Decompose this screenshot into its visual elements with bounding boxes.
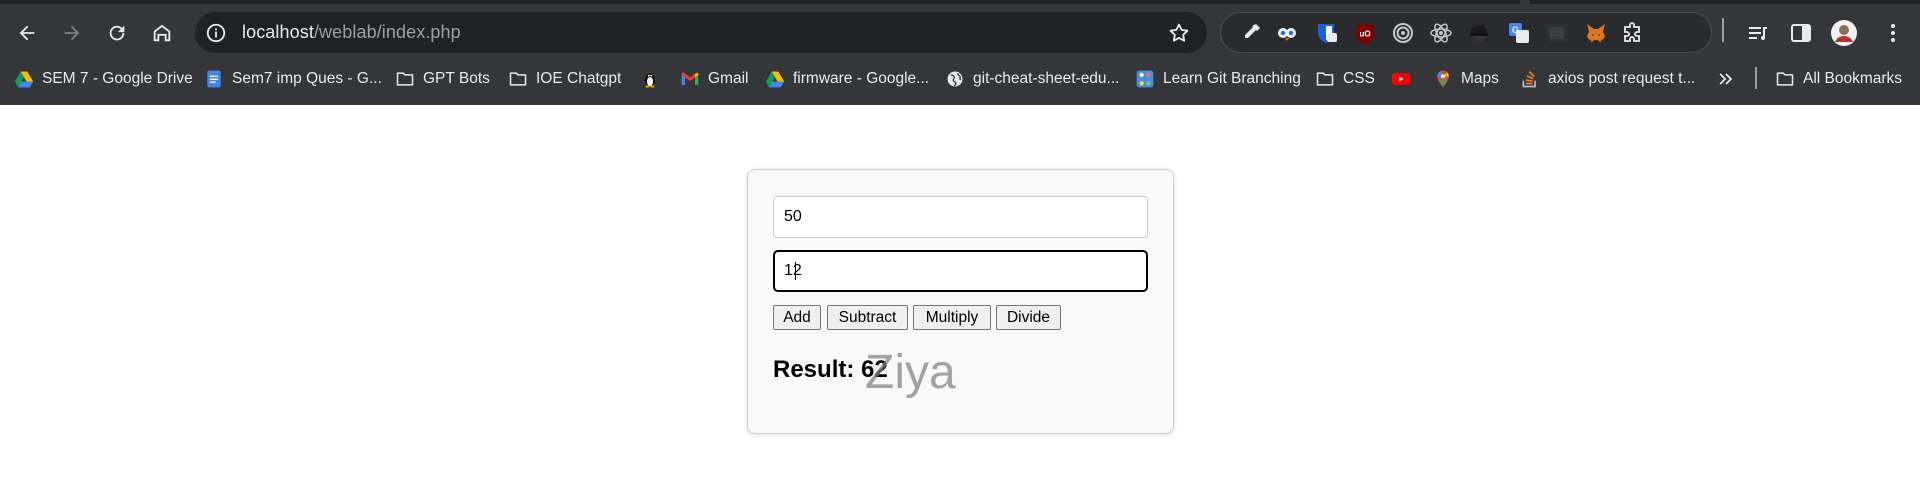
bookmark-label: Sem7 imp Ques - G... bbox=[232, 70, 382, 87]
url-path: /weblab/index.php bbox=[313, 22, 461, 42]
chevron-double-right-icon bbox=[1716, 69, 1736, 89]
reload-icon bbox=[109, 25, 125, 41]
text-caret bbox=[795, 262, 796, 280]
url-host: localhost bbox=[242, 22, 314, 42]
bookmark-label: Gmail bbox=[708, 70, 749, 87]
google-drive-icon bbox=[765, 69, 785, 89]
result-value: 62 bbox=[861, 356, 888, 383]
google-maps-icon bbox=[1433, 69, 1453, 89]
bookmark-label: SEM 7 - Google Drive bbox=[42, 70, 193, 87]
bookmark-label: Maps bbox=[1461, 70, 1499, 87]
bookmark-item[interactable] bbox=[1391, 67, 1419, 91]
folder-icon bbox=[1775, 69, 1795, 89]
bookmark-label: Learn Git Branching bbox=[1163, 70, 1301, 87]
home-icon bbox=[153, 24, 171, 42]
bookmark-label: firmware - Google... bbox=[793, 70, 930, 87]
tab-strip-edge bbox=[0, 0, 1520, 4]
result-label: Result: bbox=[773, 356, 855, 383]
bookmarks-separator bbox=[1755, 67, 1757, 89]
extensions-bar: uO G bbox=[1220, 12, 1712, 53]
add-button[interactable]: Add bbox=[773, 305, 821, 330]
bookmark-item[interactable]: firmware - Google... bbox=[765, 67, 929, 91]
bookmark-label: CSS bbox=[1343, 70, 1375, 87]
bookmark-label: IOE Chatgpt bbox=[536, 70, 622, 87]
folder-icon bbox=[1315, 69, 1335, 89]
number1-input[interactable] bbox=[773, 196, 1148, 238]
bookmark-item[interactable] bbox=[640, 67, 668, 91]
back-button[interactable] bbox=[10, 16, 44, 50]
bookmark-item[interactable]: Gmail bbox=[680, 67, 748, 91]
stackoverflow-icon bbox=[1520, 69, 1540, 89]
all-bookmarks-label: All Bookmarks bbox=[1803, 70, 1903, 87]
toolbar-separator bbox=[1722, 18, 1724, 42]
bookmark-label: axios post request t... bbox=[1548, 70, 1696, 87]
bookmark-item[interactable]: git-cheat-sheet-edu... bbox=[945, 67, 1119, 91]
divide-button[interactable]: Divide bbox=[996, 305, 1061, 330]
multiply-button[interactable]: Multiply bbox=[913, 305, 991, 330]
react-icon[interactable] bbox=[1429, 21, 1453, 45]
youtube-icon bbox=[1391, 69, 1411, 89]
linux-penguin-icon bbox=[640, 69, 660, 89]
bookmark-label: git-cheat-sheet-edu... bbox=[973, 70, 1120, 87]
ublock-icon[interactable]: uO bbox=[1353, 21, 1377, 45]
folder-icon bbox=[508, 69, 528, 89]
forward-arrow-icon bbox=[64, 25, 80, 41]
bookmark-item[interactable]: GPT Bots bbox=[395, 67, 490, 91]
forward-button[interactable] bbox=[55, 16, 89, 50]
bookmark-item[interactable]: Sem7 imp Ques - G... bbox=[204, 67, 382, 91]
globe-icon bbox=[945, 69, 965, 89]
svg-text:G: G bbox=[1512, 25, 1519, 35]
puzzle-icon[interactable] bbox=[1621, 21, 1645, 45]
bookmark-item[interactable]: CSS bbox=[1315, 67, 1375, 91]
svg-text:uO: uO bbox=[1359, 30, 1370, 39]
reading-list-icon bbox=[1749, 27, 1767, 40]
url-text: localhost/weblab/index.php bbox=[242, 22, 461, 43]
gmail-icon bbox=[680, 69, 700, 89]
bookmark-label: GPT Bots bbox=[423, 70, 490, 87]
browser-toolbar: localhost/weblab/index.php uO G bbox=[0, 8, 1920, 58]
git-branching-icon bbox=[1135, 69, 1155, 89]
tab-strip-edge bbox=[1530, 0, 1920, 4]
result-text: Result: 62 bbox=[773, 356, 888, 384]
google-docs-icon bbox=[204, 69, 224, 89]
side-panel-icon bbox=[1791, 24, 1811, 42]
number2-input[interactable] bbox=[773, 250, 1148, 292]
bookmark-star-icon[interactable] bbox=[1167, 21, 1191, 45]
bookmark-item[interactable]: axios post request t... bbox=[1520, 67, 1695, 91]
browser-chrome: localhost/weblab/index.php uO G SEM 7 - … bbox=[0, 0, 1920, 105]
translate-icon[interactable]: G bbox=[1507, 21, 1531, 45]
hacker-icon[interactable] bbox=[1467, 21, 1491, 45]
info-icon[interactable] bbox=[205, 22, 227, 44]
more-bookmarks-button[interactable] bbox=[1716, 67, 1744, 91]
owl-icon[interactable] bbox=[1275, 21, 1299, 45]
reload-button[interactable] bbox=[100, 16, 134, 50]
google-drive-icon bbox=[14, 69, 34, 89]
eyedropper-icon[interactable] bbox=[1239, 21, 1263, 45]
reading-list-button[interactable] bbox=[1745, 20, 1771, 46]
bitwarden-icon[interactable] bbox=[1314, 21, 1338, 45]
back-arrow-icon bbox=[19, 25, 35, 41]
folder-icon bbox=[395, 69, 415, 89]
calculator-card: Add Subtract Multiply Divide Result: 62 … bbox=[747, 169, 1174, 434]
all-bookmarks-button[interactable]: All Bookmarks bbox=[1775, 67, 1902, 91]
target-icon[interactable] bbox=[1391, 21, 1415, 45]
bookmark-item[interactable]: Learn Git Branching bbox=[1135, 67, 1301, 91]
dark-box-icon[interactable] bbox=[1545, 21, 1569, 45]
address-bar[interactable]: localhost/weblab/index.php bbox=[195, 12, 1207, 53]
kebab-menu-icon bbox=[1891, 24, 1895, 42]
avatar-icon bbox=[1831, 20, 1857, 46]
subtract-button[interactable]: Subtract bbox=[827, 305, 908, 330]
metamask-icon[interactable] bbox=[1584, 21, 1608, 45]
bookmark-item[interactable]: IOE Chatgpt bbox=[508, 67, 621, 91]
bookmark-item[interactable]: Maps bbox=[1433, 67, 1499, 91]
home-button[interactable] bbox=[145, 16, 179, 50]
side-panel-button[interactable] bbox=[1788, 20, 1814, 46]
profile-avatar[interactable] bbox=[1830, 19, 1858, 47]
menu-button[interactable] bbox=[1880, 20, 1906, 46]
bookmark-item[interactable]: SEM 7 - Google Drive bbox=[14, 67, 193, 91]
bookmarks-bar: SEM 7 - Google Drive Sem7 imp Ques - G..… bbox=[0, 64, 1920, 94]
